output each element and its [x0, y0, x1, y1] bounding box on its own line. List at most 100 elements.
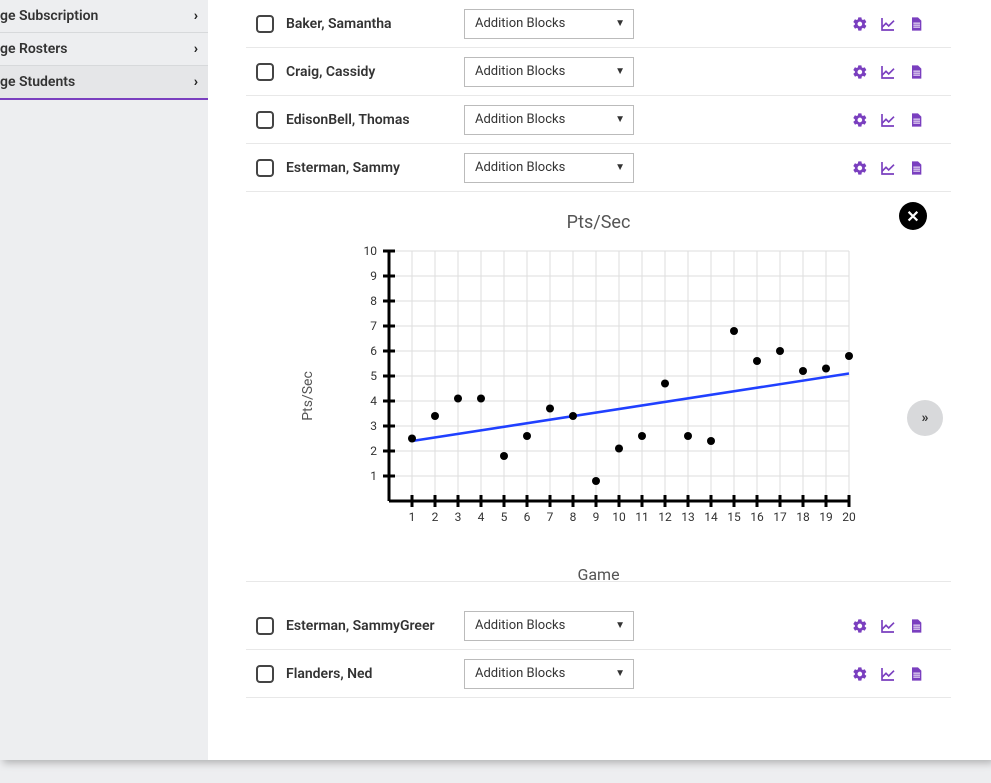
table-row: Esterman, Sammy Addition Blocks ▼	[246, 144, 951, 192]
svg-text:1: 1	[370, 469, 377, 483]
activity-select[interactable]: Addition Blocks ▼	[464, 611, 634, 641]
close-icon[interactable]: ✕	[899, 202, 927, 230]
svg-text:8: 8	[370, 294, 377, 308]
chart-icon[interactable]	[879, 617, 897, 635]
svg-text:17: 17	[773, 510, 787, 524]
svg-text:10: 10	[363, 244, 377, 258]
svg-text:12: 12	[658, 510, 672, 524]
document-icon[interactable]	[907, 159, 925, 177]
checkbox[interactable]	[256, 159, 274, 177]
chart-icon[interactable]	[879, 665, 897, 683]
activity-select[interactable]: Addition Blocks ▼	[464, 153, 634, 183]
sidebar-label: ge Students	[0, 74, 75, 90]
svg-text:16: 16	[750, 510, 764, 524]
checkbox[interactable]	[256, 617, 274, 635]
next-chart-icon[interactable]: »	[907, 400, 943, 436]
svg-text:5: 5	[370, 369, 377, 383]
svg-text:14: 14	[704, 510, 718, 524]
chart-xlabel: Game	[329, 565, 869, 584]
sidebar: ge Subscription › ge Rosters › ge Studen…	[0, 0, 208, 760]
document-icon[interactable]	[907, 63, 925, 81]
chart-icon[interactable]	[879, 159, 897, 177]
sidebar-label: ge Subscription	[0, 8, 98, 24]
document-icon[interactable]	[907, 665, 925, 683]
gear-icon[interactable]	[851, 63, 869, 81]
chart-icon[interactable]	[879, 111, 897, 129]
svg-text:6: 6	[370, 344, 377, 358]
table-row: Craig, Cassidy Addition Blocks ▼	[246, 48, 951, 96]
gear-icon[interactable]	[851, 111, 869, 129]
row-actions	[851, 111, 925, 129]
gear-icon[interactable]	[851, 159, 869, 177]
row-actions	[851, 159, 925, 177]
row-actions	[851, 665, 925, 683]
svg-text:10: 10	[612, 510, 626, 524]
sidebar-item-subscription[interactable]: ge Subscription ›	[0, 0, 208, 33]
caret-down-icon: ▼	[615, 66, 625, 77]
student-name: Baker, Samantha	[286, 16, 464, 32]
activity-select[interactable]: Addition Blocks ▼	[464, 105, 634, 135]
chevron-right-icon: ›	[194, 41, 198, 57]
svg-text:2: 2	[370, 444, 377, 458]
chart-icon[interactable]	[879, 15, 897, 33]
svg-text:11: 11	[635, 510, 649, 524]
caret-down-icon: ▼	[615, 114, 625, 125]
document-icon[interactable]	[907, 111, 925, 129]
activity-select[interactable]: Addition Blocks ▼	[464, 659, 634, 689]
chart-ylabel: Pts/Sec	[299, 371, 315, 421]
select-value: Addition Blocks	[475, 112, 565, 127]
svg-text:1: 1	[408, 510, 415, 524]
checkbox[interactable]	[256, 15, 274, 33]
row-actions	[851, 15, 925, 33]
gear-icon[interactable]	[851, 617, 869, 635]
svg-text:3: 3	[454, 510, 461, 524]
caret-down-icon: ▼	[615, 668, 625, 679]
sidebar-item-rosters[interactable]: ge Rosters ›	[0, 33, 208, 66]
svg-text:7: 7	[370, 319, 377, 333]
activity-select[interactable]: Addition Blocks ▼	[464, 9, 634, 39]
select-value: Addition Blocks	[475, 16, 565, 31]
svg-text:5: 5	[500, 510, 507, 524]
main-content: Baker, Samantha Addition Blocks ▼ Craig,…	[208, 0, 991, 760]
document-icon[interactable]	[907, 617, 925, 635]
caret-down-icon: ▼	[615, 620, 625, 631]
table-row: Flanders, Ned Addition Blocks ▼	[246, 650, 951, 698]
select-value: Addition Blocks	[475, 618, 565, 633]
caret-down-icon: ▼	[615, 162, 625, 173]
table-row: Esterman, SammyGreer Addition Blocks ▼	[246, 602, 951, 650]
student-name: Esterman, Sammy	[286, 160, 464, 176]
gear-icon[interactable]	[851, 15, 869, 33]
row-actions	[851, 617, 925, 635]
svg-text:7: 7	[546, 510, 553, 524]
scatter-plot: 1234567891012345678910111213141516171819…	[329, 241, 869, 531]
svg-text:20: 20	[842, 510, 856, 524]
table-row: Baker, Samantha Addition Blocks ▼	[246, 0, 951, 48]
checkbox[interactable]	[256, 63, 274, 81]
select-value: Addition Blocks	[475, 160, 565, 175]
svg-text:6: 6	[523, 510, 530, 524]
sidebar-label: ge Rosters	[0, 41, 67, 57]
select-value: Addition Blocks	[475, 666, 565, 681]
student-name: Flanders, Ned	[286, 666, 464, 682]
svg-text:18: 18	[796, 510, 810, 524]
activity-select[interactable]: Addition Blocks ▼	[464, 57, 634, 87]
chevron-right-icon: ›	[194, 74, 198, 90]
chart-panel: ✕ » Pts/Sec Pts/Sec 12345678910123456789…	[246, 192, 951, 582]
svg-text:19: 19	[819, 510, 833, 524]
student-name: Craig, Cassidy	[286, 64, 464, 80]
select-value: Addition Blocks	[475, 64, 565, 79]
chart-area: Pts/Sec 12345678910123456789101112131415…	[329, 241, 869, 551]
checkbox[interactable]	[256, 665, 274, 683]
chevron-right-icon: ›	[194, 8, 198, 24]
svg-text:8: 8	[569, 510, 576, 524]
gear-icon[interactable]	[851, 665, 869, 683]
svg-text:3: 3	[370, 419, 377, 433]
document-icon[interactable]	[907, 15, 925, 33]
sidebar-item-students[interactable]: ge Students ›	[0, 66, 208, 100]
svg-text:15: 15	[727, 510, 741, 524]
chart-icon[interactable]	[879, 63, 897, 81]
svg-text:4: 4	[370, 394, 377, 408]
svg-text:4: 4	[477, 510, 484, 524]
table-row: EdisonBell, Thomas Addition Blocks ▼	[246, 96, 951, 144]
checkbox[interactable]	[256, 111, 274, 129]
